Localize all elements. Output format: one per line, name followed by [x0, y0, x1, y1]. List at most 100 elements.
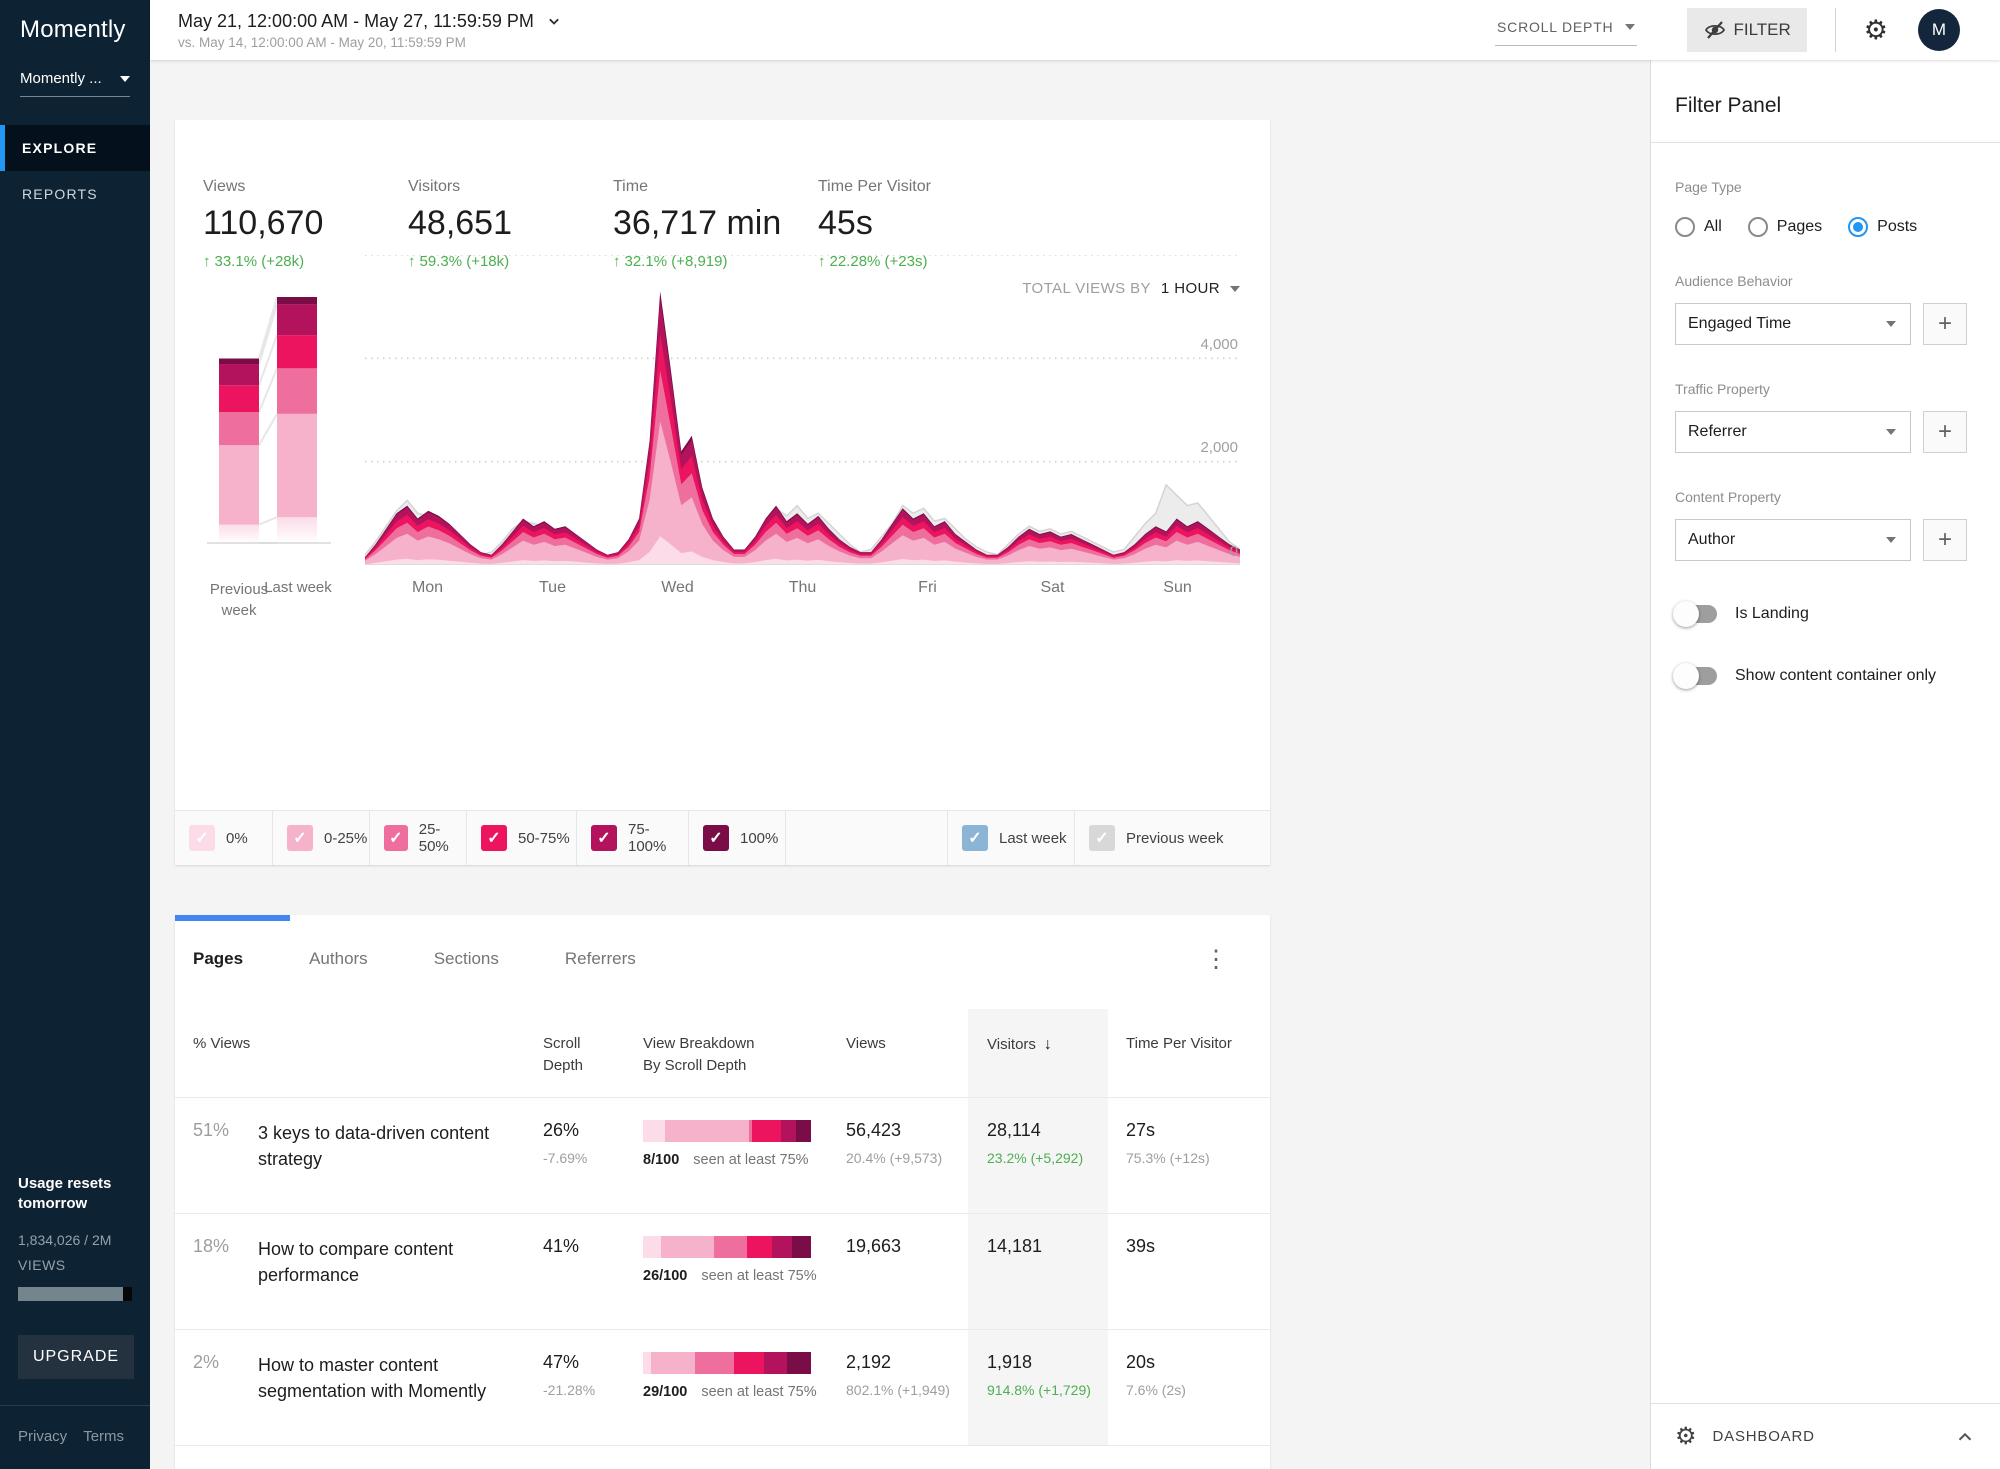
sidebar-item-explore[interactable]: EXPLORE	[0, 125, 150, 171]
audience-behavior-select[interactable]: Engaged Time	[1675, 303, 1911, 345]
radio-posts[interactable]: Posts	[1848, 217, 1917, 237]
org-selector[interactable]: Momently ...	[20, 70, 130, 97]
audience-behavior-label: Audience Behavior	[1675, 273, 1976, 289]
tab-authors[interactable]: Authors	[309, 949, 368, 969]
col-header-views[interactable]: Views	[846, 1009, 968, 1097]
privacy-link[interactable]: Privacy	[18, 1428, 67, 1445]
traffic-property-section: Traffic Property Referrer +	[1651, 345, 2000, 453]
content-property-label: Content Property	[1675, 489, 1976, 505]
legend-label: 50-75%	[518, 830, 570, 847]
legend-label: 0%	[226, 830, 248, 847]
pct-views-cell: 51%	[175, 1098, 258, 1213]
page-type-section: Page Type All Pages Posts	[1651, 143, 2000, 237]
radio-icon	[1675, 217, 1695, 237]
legend-bucket-100[interactable]: ✓ 100%	[688, 811, 785, 865]
sidebar-item-reports[interactable]: REPORTS	[0, 171, 150, 217]
radio-label: Posts	[1877, 218, 1917, 236]
kebab-menu-icon[interactable]: ⋮	[1204, 945, 1228, 974]
tab-sections[interactable]: Sections	[434, 949, 499, 969]
legend-bucket-0-25[interactable]: ✓0-25%	[272, 811, 369, 865]
scroll-breakdown-bar	[643, 1236, 811, 1258]
col-header-title	[258, 1009, 543, 1097]
kpi-value: 45s	[818, 204, 1023, 243]
main-content: Views 110,670 ↑33.1% (+28k) Visitors 48,…	[150, 60, 1650, 1469]
avatar[interactable]: M	[1918, 9, 1960, 51]
caret-down-icon	[1886, 321, 1896, 327]
add-audience-filter-button[interactable]: +	[1923, 303, 1967, 345]
kpi-label: Time	[613, 134, 818, 196]
date-range-selector[interactable]: May 21, 12:00:00 AM - May 27, 11:59:59 P…	[178, 11, 564, 50]
legend-bucket-50-75[interactable]: ✓50-75%	[466, 811, 576, 865]
x-label-mon: Mon	[365, 579, 490, 597]
overlay-metric-select[interactable]: SCROLL DEPTH	[1495, 15, 1637, 46]
toggle-label: Is Landing	[1735, 605, 1809, 623]
checkbox-icon: ✓	[703, 825, 729, 851]
legend-previous-week[interactable]: ✓Previous week	[1074, 811, 1270, 865]
legend-bucket-75-100[interactable]: ✓75-100%	[576, 811, 688, 865]
select-value: Engaged Time	[1688, 315, 1791, 333]
checkbox-icon: ✓	[962, 825, 988, 851]
col-header-view-breakdown[interactable]: View BreakdownBy Scroll Depth	[643, 1009, 846, 1097]
overview-card: Views 110,670 ↑33.1% (+28k) Visitors 48,…	[175, 120, 1270, 865]
kpi-row: Views 110,670 ↑33.1% (+28k) Visitors 48,…	[203, 134, 1242, 270]
breakdown-caption: seen at least 75%	[701, 1268, 816, 1284]
x-label-sun: Sun	[1115, 579, 1240, 597]
sidebar: Momently Momently ... EXPLORE REPORTS Us…	[0, 0, 150, 1469]
chevron-up-icon	[1954, 1426, 1976, 1448]
legend-label: 100%	[740, 830, 778, 847]
kpi-time: Time 36,717 min ↑32.1% (+8,919)	[613, 134, 818, 270]
terms-link[interactable]: Terms	[83, 1428, 124, 1445]
content-property-select[interactable]: Author	[1675, 519, 1911, 561]
add-content-filter-button[interactable]: +	[1923, 519, 1967, 561]
add-traffic-filter-button[interactable]: +	[1923, 411, 1967, 453]
usage-block: Usage resets tomorrow 1,834,026 / 2M VIE…	[0, 1174, 150, 1380]
arrow-up-icon: ↑	[203, 253, 211, 270]
kpi-visitors: Visitors 48,651 ↑59.3% (+18k)	[408, 134, 613, 270]
overlay-metric-label: SCROLL DEPTH	[1497, 19, 1613, 35]
y-tick-2000: 2,000	[1200, 439, 1238, 456]
col-header-time-per-visitor[interactable]: Time Per Visitor	[1108, 1009, 1270, 1097]
pages-table-card: Pages Authors Sections Referrers ⋮ % Vie…	[175, 915, 1270, 1469]
visitors-value: 28,114	[987, 1120, 1108, 1141]
nav-label: EXPLORE	[22, 140, 97, 156]
show-content-container-toggle[interactable]: Show content container only	[1675, 667, 1976, 685]
legend-last-week[interactable]: ✓ Last week	[947, 811, 1074, 865]
page-title-link[interactable]: 3 keys to data-driven content strategy	[258, 1098, 543, 1213]
page-title-link[interactable]: How to master content segmentation with …	[258, 1330, 543, 1445]
brand-logo[interactable]: Momently	[0, 0, 150, 44]
radio-all[interactable]: All	[1675, 217, 1722, 237]
legend-bucket-25-50[interactable]: ✓25-50%	[369, 811, 466, 865]
tab-referrers[interactable]: Referrers	[565, 949, 636, 969]
is-landing-toggle[interactable]: Is Landing	[1675, 605, 1976, 623]
usage-count: 1,834,026 / 2M	[18, 1232, 132, 1248]
upgrade-button[interactable]: UPGRADE	[18, 1335, 134, 1379]
pct-views-cell: 2%	[175, 1330, 258, 1445]
caret-down-icon	[120, 76, 130, 82]
visitors-value: 1,918	[987, 1352, 1108, 1373]
scroll-breakdown-bar	[643, 1352, 811, 1374]
dashboard-row[interactable]: ⚙ DASHBOARD	[1651, 1403, 2000, 1469]
legend-label: Last week	[999, 830, 1067, 847]
scroll-depth-value: 26%	[543, 1120, 643, 1141]
caret-down-icon	[1886, 429, 1896, 435]
views-value: 56,423	[846, 1120, 968, 1141]
col-header-pct-views[interactable]: % Views	[175, 1009, 258, 1097]
y-tick-4000: 4,000	[1200, 336, 1238, 353]
legend-bucket-0[interactable]: ✓ 0%	[175, 811, 272, 865]
settings-gear-icon[interactable]: ⚙	[1864, 17, 1888, 44]
col-header-scroll-depth[interactable]: ScrollDepth	[543, 1009, 643, 1097]
radio-pages[interactable]: Pages	[1748, 217, 1822, 237]
breakdown-caption: seen at least 75%	[701, 1384, 816, 1400]
col-header-visitors[interactable]: Visitors↓	[968, 1009, 1108, 1097]
col-line: Depth	[543, 1057, 583, 1074]
date-range-label: May 21, 12:00:00 AM - May 27, 11:59:59 P…	[178, 11, 534, 32]
views-delta: 20.4% (+9,573)	[846, 1150, 968, 1166]
traffic-property-select[interactable]: Referrer	[1675, 411, 1911, 453]
tab-pages[interactable]: Pages	[193, 949, 243, 969]
filter-button[interactable]: FILTER	[1687, 8, 1806, 52]
nav-label: REPORTS	[22, 186, 98, 202]
checkbox-icon: ✓	[189, 825, 215, 851]
toggle-off-icon	[1675, 605, 1717, 623]
kpi-delta-label: 33.1% (+28k)	[215, 253, 305, 270]
page-title-link[interactable]: How to compare content performance	[258, 1214, 543, 1329]
